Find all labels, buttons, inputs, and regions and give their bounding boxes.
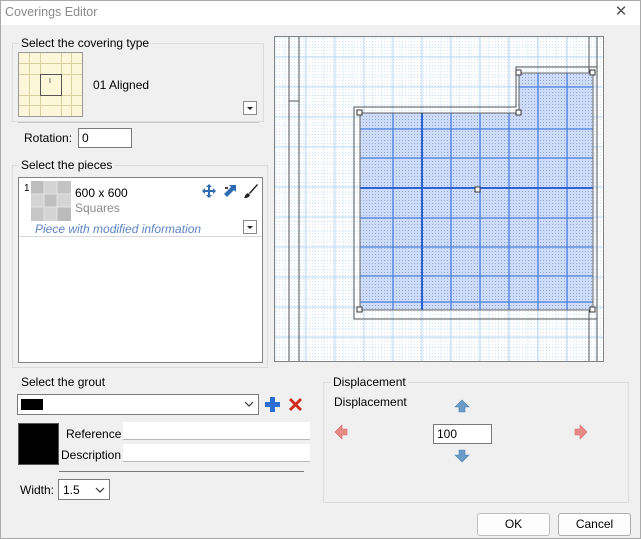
flip-tile-icon[interactable] [222, 183, 238, 199]
move-tile-icon[interactable] [201, 183, 217, 199]
title-bar: Coverings Editor ✕ [1, 1, 640, 25]
piece-dropdown-button[interactable] [243, 220, 257, 234]
pieces-legend: Select the pieces [19, 158, 115, 172]
arrow-left-icon[interactable] [334, 424, 348, 440]
chevron-down-icon [244, 398, 254, 408]
grout-color-swatch [21, 399, 43, 410]
description-input[interactable] [123, 444, 310, 462]
covering-type-value: 01 Aligned [93, 78, 150, 92]
grout-preview-swatch [18, 423, 59, 465]
coverings-editor-window: Coverings Editor ✕ Select the covering t… [0, 0, 641, 539]
piece-name: Squares [75, 201, 120, 215]
description-label: Description [61, 448, 122, 462]
covering-type-legend: Select the covering type [19, 36, 152, 50]
displacement-label: Displacement [334, 395, 407, 409]
piece-note: Piece with modified information [35, 222, 202, 236]
displacement-legend: Displacement [331, 375, 408, 389]
rotation-value: 0 [82, 131, 89, 145]
list-item[interactable]: 1 600 x 600 Squares Piece with modified … [19, 178, 262, 237]
ok-button[interactable]: OK [477, 513, 550, 536]
rotation-label: Rotation: [24, 131, 73, 145]
covering-type-dropdown-button[interactable] [243, 101, 257, 115]
grout-color-select[interactable] [17, 394, 259, 415]
width-value: 1.5 [63, 483, 80, 497]
thumbnail-mark: I [49, 78, 51, 85]
rotation-input[interactable]: 0 [78, 128, 132, 148]
covering-preview[interactable] [274, 36, 604, 362]
width-label: Width: [20, 483, 55, 497]
displacement-input[interactable]: 100 [433, 424, 492, 444]
reference-label: Reference [66, 427, 122, 441]
width-select[interactable]: 1.5 [58, 479, 110, 500]
cancel-button[interactable]: Cancel [558, 513, 631, 536]
window-title: Coverings Editor [5, 5, 98, 19]
grout-separator [59, 471, 304, 472]
plus-icon[interactable] [264, 396, 281, 413]
covering-thumbnail-icon[interactable]: I [18, 52, 83, 117]
close-icon[interactable]: ✕ [612, 3, 630, 21]
covering-type-separator [18, 122, 259, 123]
piece-thumbnail-icon [31, 181, 71, 221]
brush-icon[interactable] [243, 183, 259, 199]
piece-index: 1 [24, 183, 30, 194]
arrow-right-icon[interactable] [574, 424, 588, 440]
arrow-down-icon[interactable] [454, 449, 470, 463]
piece-size: 600 x 600 [75, 186, 128, 200]
displacement-value: 100 [437, 427, 458, 441]
reference-input[interactable] [123, 422, 310, 440]
delete-x-icon[interactable] [287, 396, 304, 413]
pieces-list[interactable]: 1 600 x 600 Squares Piece with modified … [18, 177, 263, 363]
grout-legend: Select the grout [21, 375, 106, 389]
chevron-down-icon [95, 484, 105, 494]
arrow-up-icon[interactable] [454, 399, 470, 413]
